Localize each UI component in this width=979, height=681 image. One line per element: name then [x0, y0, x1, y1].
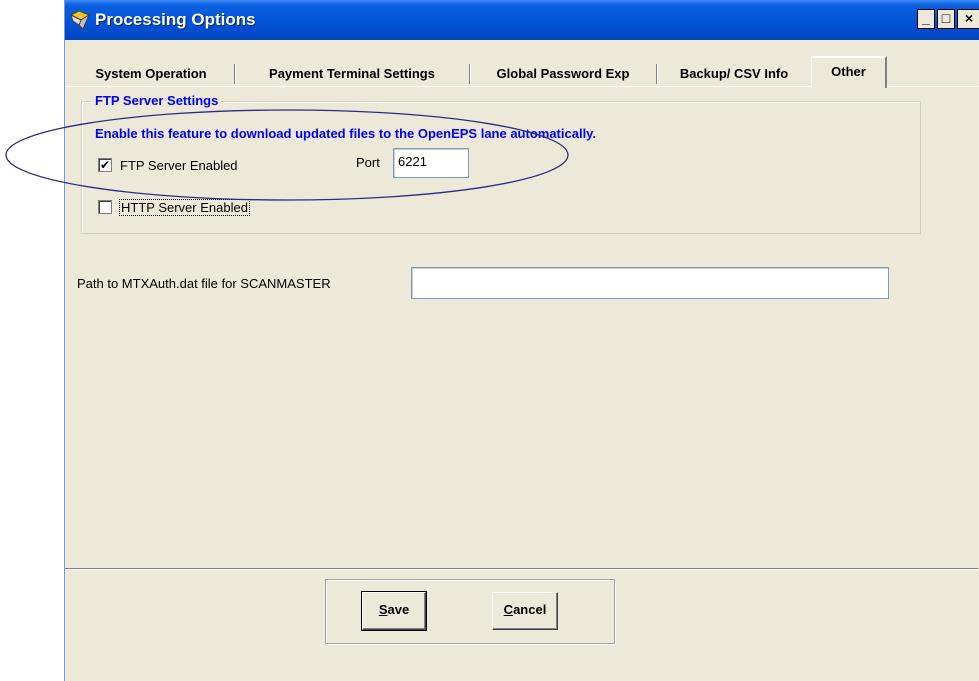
footer-divider — [65, 568, 978, 570]
tab-payment-terminal-settings[interactable]: Payment Terminal Settings — [236, 60, 468, 86]
feature-description: Enable this feature to download updated … — [95, 126, 597, 141]
cancel-accel-key: C — [503, 602, 514, 617]
minimize-button[interactable]: _ — [917, 9, 935, 29]
port-label: Port — [356, 155, 380, 170]
cancel-label-rest: ancel — [513, 602, 547, 617]
path-label: Path to MTXAuth.dat file for SCANMASTER — [77, 276, 331, 291]
tab-other[interactable]: Other — [811, 56, 887, 88]
port-input[interactable]: 6221 — [393, 148, 469, 178]
title-bar[interactable]: Processing Options _ □ × — [65, 0, 979, 40]
tab-separator — [469, 64, 470, 84]
tab-system-operation[interactable]: System Operation — [69, 60, 233, 86]
save-button[interactable]: Save — [361, 591, 427, 631]
tab-separator — [234, 64, 235, 84]
save-label-rest: ave — [387, 602, 410, 617]
cancel-button[interactable]: Cancel — [492, 592, 558, 630]
tab-separator — [656, 64, 657, 84]
app-tool-icon — [69, 10, 91, 30]
button-panel: Save Cancel — [325, 579, 615, 644]
ftp-server-settings-group: FTP Server Settings Enable this feature … — [81, 93, 921, 234]
ftp-enabled-checkbox[interactable]: ✔ — [98, 158, 112, 172]
maximize-button[interactable]: □ — [937, 9, 955, 29]
tab-strip: System Operation Payment Terminal Settin… — [65, 56, 979, 88]
http-enabled-checkbox[interactable] — [98, 200, 112, 214]
processing-options-window: Processing Options _ □ × System Operatio… — [64, 0, 979, 681]
tab-panel-other: FTP Server Settings Enable this feature … — [65, 86, 978, 569]
ftp-enabled-label[interactable]: FTP Server Enabled — [120, 158, 238, 173]
tab-global-password-exp[interactable]: Global Password Exp — [471, 60, 655, 86]
window-title: Processing Options — [95, 10, 256, 29]
tab-backup-csv-info[interactable]: Backup/ CSV Info — [658, 60, 810, 86]
http-enabled-label[interactable]: HTTP Server Enabled — [119, 199, 250, 216]
close-button[interactable]: × — [957, 9, 979, 29]
mtxauth-path-input[interactable] — [411, 267, 889, 299]
group-title: FTP Server Settings — [92, 93, 222, 108]
